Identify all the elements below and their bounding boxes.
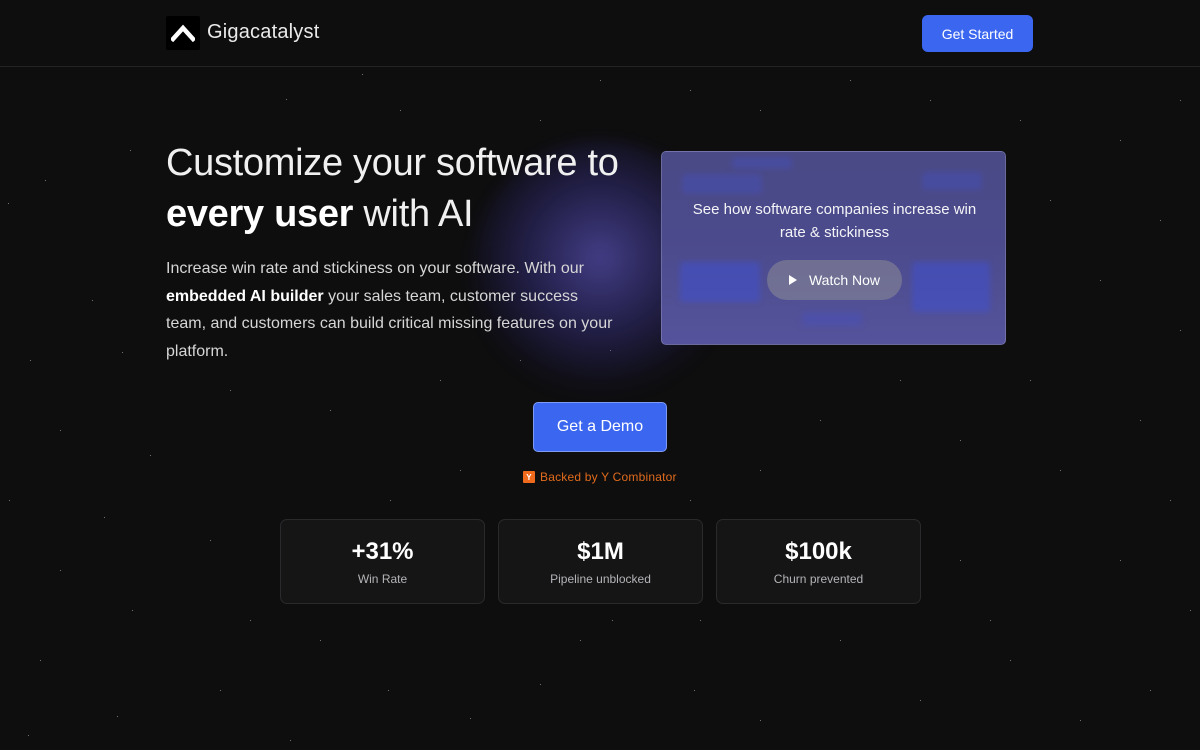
landing-page: Gigacatalyst Get Started Customize your … (0, 0, 1200, 750)
video-thumbnail-shape (802, 312, 862, 326)
y-combinator-icon: Y (523, 471, 535, 483)
subtext-part1: Increase win rate and stickiness on your… (166, 260, 584, 277)
brand-name[interactable]: Gigacatalyst (207, 21, 319, 44)
headline-bold: every user (166, 193, 354, 235)
headline-rest: with AI (353, 193, 474, 235)
video-preview-card[interactable]: See how software companies increase win … (661, 151, 1006, 345)
play-icon (788, 275, 797, 285)
stat-value: +31% (351, 538, 414, 565)
headline-line1: Customize your software to (166, 142, 619, 184)
stat-label: Win Rate (357, 572, 408, 586)
video-caption: See how software companies increase win … (692, 201, 977, 241)
video-thumbnail-shape (922, 172, 982, 190)
stat-label: Churn prevented (773, 572, 864, 586)
video-thumbnail-shape (732, 157, 792, 169)
subtext-bold: embedded AI builder (166, 287, 324, 305)
stat-card-pipeline: $1M Pipeline unblocked (498, 519, 703, 604)
hero-subtext: Increase win rate and stickiness on your… (166, 255, 616, 365)
watch-now-button[interactable]: Watch Now (767, 260, 902, 300)
video-thumbnail-shape (680, 262, 760, 302)
hero-headline: Customize your software to every user wi… (166, 138, 646, 240)
stat-label: Pipeline unblocked (550, 572, 651, 586)
stat-card-churn: $100k Churn prevented (716, 519, 921, 604)
yc-backing[interactable]: Y Backed by Y Combinator (523, 470, 677, 484)
get-started-button[interactable]: Get Started (922, 15, 1033, 52)
video-thumbnail-shape (912, 262, 990, 312)
top-navbar: Gigacatalyst Get Started (0, 0, 1200, 67)
chevron-up-icon (171, 24, 195, 42)
logo[interactable] (166, 16, 200, 50)
video-thumbnail-shape (682, 174, 762, 194)
watch-now-label: Watch Now (808, 272, 881, 288)
yc-backing-text: Backed by Y Combinator (540, 470, 677, 484)
get-a-demo-button[interactable]: Get a Demo (533, 402, 667, 452)
stat-value: $100k (785, 538, 852, 565)
stat-value: $1M (577, 538, 624, 565)
stat-card-win-rate: +31% Win Rate (280, 519, 485, 604)
